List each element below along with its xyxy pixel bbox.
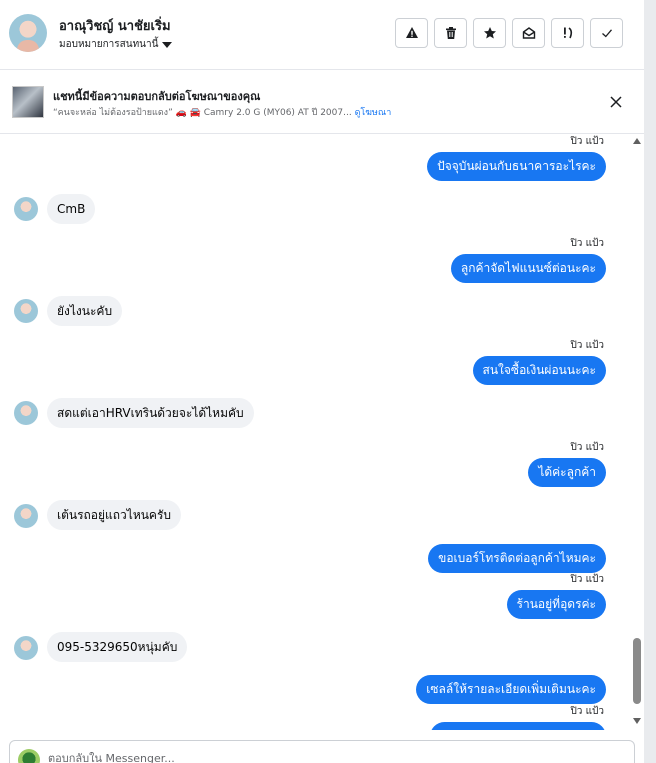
outgoing-message[interactable]: ขอเบอร์โทรติดต่อลูกค้าไหมคะ: [428, 544, 606, 573]
contact-avatar-small: [14, 197, 38, 221]
incoming-message[interactable]: 095-5329650หนุ่มคับ: [47, 632, 188, 662]
chat-scrollbar[interactable]: [630, 134, 644, 730]
follow-up-icon: [563, 27, 572, 39]
star-button[interactable]: [473, 18, 506, 48]
contact-avatar-small: [14, 504, 38, 528]
incoming-message[interactable]: สดแต่เอาHRVเทรินด้วยจะได้ไหมคับ: [47, 398, 254, 428]
star-icon: [483, 27, 496, 39]
message-thread[interactable]: ปิว แป้ว ปัจจุบันผ่อนกับธนาคารอะไรคะ CmB…: [0, 134, 630, 730]
page-avatar: [18, 749, 40, 763]
contact-avatar-small: [14, 401, 38, 425]
assign-conversation-dropdown[interactable]: มอบหมายการสนทนานี้: [59, 37, 173, 52]
ad-thumbnail[interactable]: [12, 86, 44, 118]
warning-icon: [405, 27, 418, 38]
outgoing-message[interactable]: เซลล์ให้รายละเอียดเพิ่มเติมนะคะ: [416, 675, 606, 704]
ad-banner-subtitle: “คนจะหล่อ ไม่ต้องรอป้ายแดง” 🚗 🚘 Camry 2.…: [53, 105, 391, 119]
contact-avatar[interactable]: [9, 14, 47, 52]
incoming-message[interactable]: เต้นรถอยู่แถวไหนครับ: [47, 500, 182, 530]
check-icon: [601, 29, 612, 38]
incoming-message[interactable]: CmB: [47, 194, 96, 224]
mark-done-button[interactable]: [590, 18, 623, 48]
window-edge: [644, 0, 656, 763]
seen-indicator: ปิว แป้ว: [570, 238, 604, 249]
reply-input[interactable]: [48, 749, 608, 763]
scroll-down-arrow-icon[interactable]: [633, 718, 641, 724]
ad-reply-banner: แชทนี้มีข้อความตอบกลับต่อโฆษณาของคุณ “คน…: [0, 70, 644, 134]
mark-unread-button[interactable]: [512, 18, 545, 48]
follow-up-button[interactable]: [551, 18, 584, 48]
chevron-down-icon: [162, 41, 173, 48]
ad-caption: “คนจะหล่อ ไม่ต้องรอป้ายแดง” 🚗 🚘 Camry 2.…: [53, 108, 352, 118]
conversation-header: อาณุวิชญ์ นาชัยเริ่ม มอบหมายการสนทนานี้: [0, 0, 644, 70]
seen-indicator: ปิว แป้ว: [570, 340, 604, 351]
view-ad-link[interactable]: ดูโฆษณา: [355, 108, 392, 118]
seen-indicator: ปิว แป้ว: [570, 442, 604, 453]
header-actions: [395, 18, 623, 48]
assign-label: มอบหมายการสนทนานี้: [59, 39, 159, 50]
scroll-up-arrow-icon[interactable]: [633, 138, 641, 144]
outgoing-message[interactable]: [430, 722, 606, 730]
seen-indicator: ปิว แป้ว: [570, 136, 604, 147]
reply-composer[interactable]: [9, 740, 635, 763]
trash-icon: [445, 27, 456, 39]
contact-name[interactable]: อาณุวิชญ์ นาชัยเริ่ม: [59, 15, 171, 36]
mark-unread-icon: [522, 27, 535, 39]
contact-avatar-small: [14, 299, 38, 323]
seen-indicator: ปิว แป้ว: [570, 706, 604, 717]
seen-indicator: ปิว แป้ว: [570, 574, 604, 585]
outgoing-message[interactable]: ร้านอยู่ที่อุดรค่ะ: [506, 590, 606, 619]
report-spam-button[interactable]: [395, 18, 428, 48]
outgoing-message[interactable]: ได้ค่ะลูกค้า: [528, 458, 606, 487]
ad-banner-title: แชทนี้มีข้อความตอบกลับต่อโฆษณาของคุณ: [53, 90, 261, 103]
delete-button[interactable]: [434, 18, 467, 48]
incoming-message[interactable]: ยังไงนะคับ: [47, 296, 123, 326]
scrollbar-thumb[interactable]: [633, 638, 641, 704]
contact-avatar-small: [14, 636, 38, 660]
close-icon[interactable]: [608, 94, 624, 110]
outgoing-message[interactable]: ลูกค้าจัดไฟแนนซ์ต่อนะคะ: [450, 254, 606, 283]
outgoing-message[interactable]: ปัจจุบันผ่อนกับธนาคารอะไรคะ: [427, 152, 606, 181]
outgoing-message[interactable]: สนใจซื้อเงินผ่อนนะคะ: [472, 356, 606, 385]
